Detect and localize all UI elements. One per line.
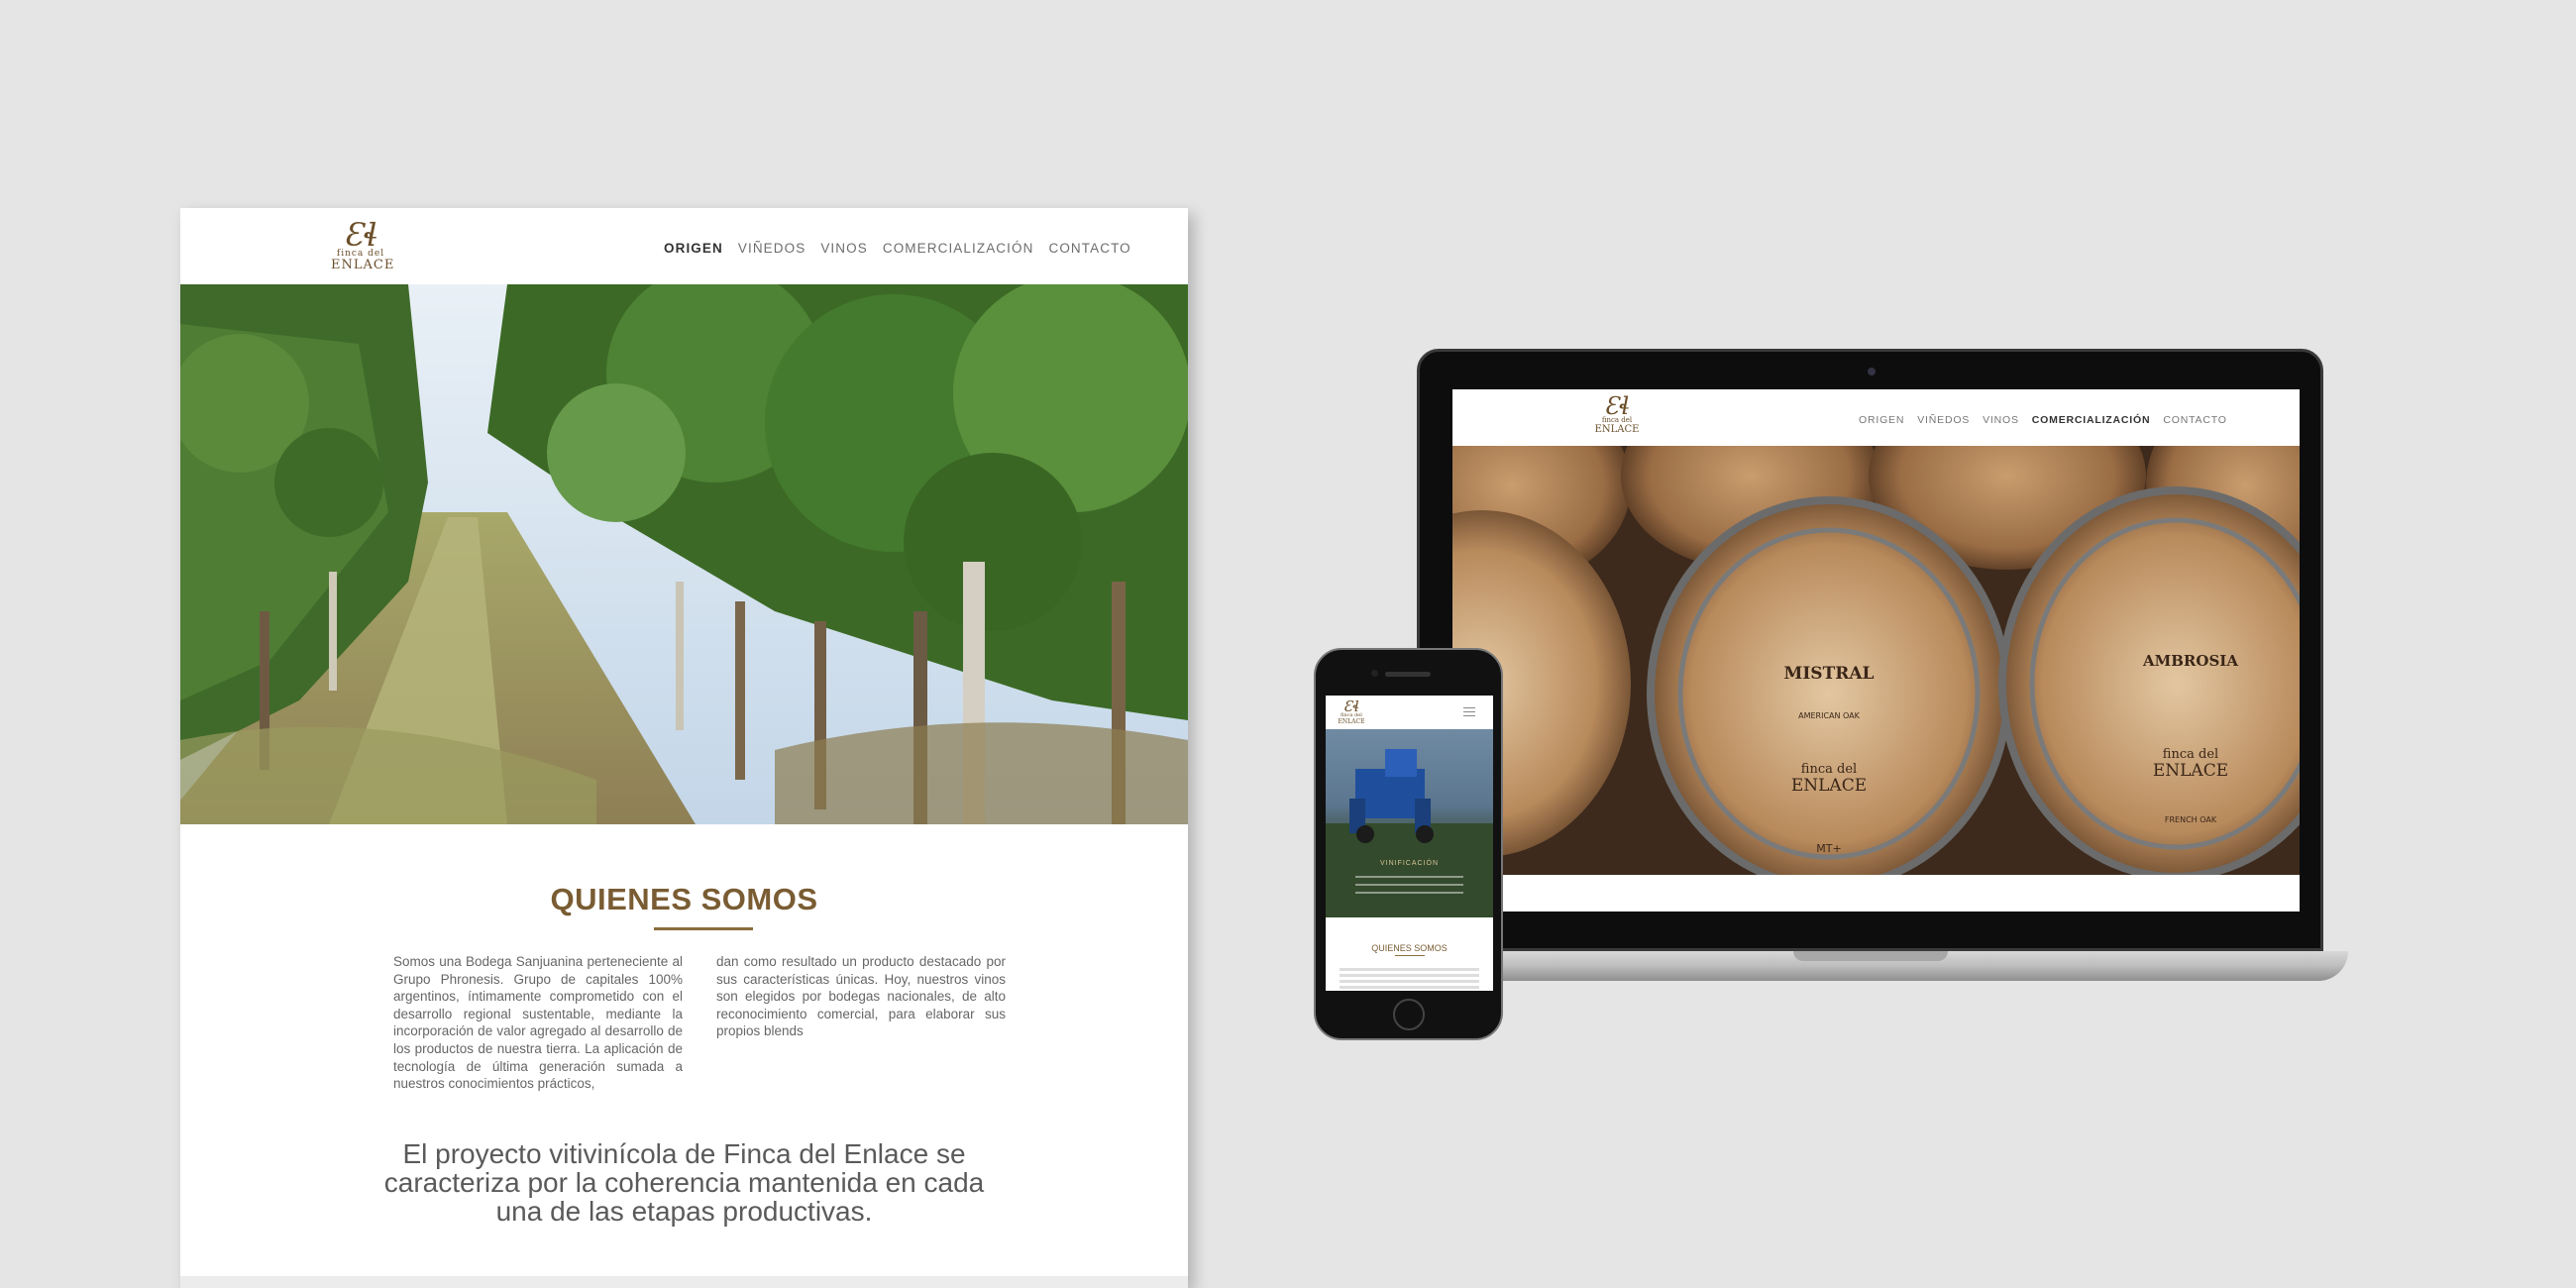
phone-hero-text-line: [1355, 892, 1463, 894]
laptop-lid: Ɛɬ finca del ENLACE ORIGEN VIÑEDOS VINOS…: [1417, 349, 2323, 951]
main-nav: ORIGEN VIÑEDOS VINOS COMERCIALIZACIÓN CO…: [664, 241, 1131, 256]
phone-hero-text-line: [1355, 876, 1463, 878]
barrel-label-enlace: ENLACE: [1791, 776, 1867, 796]
barrel-label-french-oak: FRENCH OAK: [2165, 815, 2217, 824]
laptop-nav-item-comercializacion[interactable]: COMERCIALIZACIÓN: [2032, 414, 2151, 426]
barrel-label-ambrosia: AMBROSIA: [2142, 652, 2238, 670]
nav-item-vinedos[interactable]: VIÑEDOS: [738, 241, 805, 256]
phone-harvester-hero-image: VINIFICACIÓN: [1326, 729, 1493, 917]
laptop-nav-item-vinedos[interactable]: VIÑEDOS: [1917, 414, 1970, 426]
vineyard-hero-image: [180, 284, 1188, 824]
nav-item-vinos[interactable]: VINOS: [820, 241, 868, 256]
phone-site-header: Ɛɬ finca del ENLACE: [1326, 696, 1493, 729]
barrel-label-mt: MT+: [1816, 842, 1841, 855]
section-title: QUIENES SOMOS: [550, 882, 818, 916]
laptop-main-nav: ORIGEN VIÑEDOS VINOS COMERCIALIZACIÓN CO…: [1859, 414, 2227, 426]
barrel-label-enlace-2: ENLACE: [2153, 761, 2228, 781]
barrel-label-finca: finca del: [1801, 762, 1857, 777]
phone-mockup: Ɛɬ finca del ENLACE VINIFICACIÓN QUIENES…: [1314, 648, 1503, 1040]
phone-speaker: [1385, 672, 1431, 677]
phone-hero-text-line: [1355, 884, 1463, 886]
phone-camera-icon: [1371, 670, 1378, 677]
barrel-label-mistral: MISTRAL: [1784, 664, 1875, 684]
laptop-mockup: Ɛɬ finca del ENLACE ORIGEN VIÑEDOS VINOS…: [1407, 349, 2348, 981]
desktop-page-mockup: Ɛɬ finca del ENLACE ORIGEN VIÑEDOS VINOS…: [180, 208, 1188, 1288]
laptop-brand-logo[interactable]: Ɛɬ finca del ENLACE: [1594, 394, 1640, 441]
about-paragraph-left: Somos una Bodega Sanjuanina pertenecient…: [393, 954, 683, 1092]
site-header: Ɛɬ finca del ENLACE ORIGEN VIÑEDOS VINOS…: [180, 208, 1188, 284]
barrels-hero-image: MISTRAL AMERICAN OAK finca del ENLACE MT…: [1452, 446, 2300, 875]
camera-icon: [1868, 368, 1876, 376]
barrel-label-finca-2: finca del: [2163, 747, 2218, 762]
hamburger-menu-icon[interactable]: [1463, 707, 1475, 716]
nav-item-comercializacion[interactable]: COMERCIALIZACIÓN: [883, 241, 1034, 256]
laptop-nav-item-vinos[interactable]: VINOS: [1983, 414, 2019, 426]
phone-paragraph-lines: [1340, 968, 1479, 971]
home-button[interactable]: [1393, 999, 1425, 1030]
laptop-site-header: Ɛɬ finca del ENLACE ORIGEN VIÑEDOS VINOS…: [1452, 389, 2300, 446]
laptop-nav-item-origen[interactable]: ORIGEN: [1859, 414, 1904, 426]
phone-screen: Ɛɬ finca del ENLACE VINIFICACIÓN QUIENES…: [1326, 696, 1493, 991]
highlight-quote: El proyecto vitivinícola de Finca del En…: [383, 1138, 985, 1227]
about-paragraph-right: dan como resultado un producto destacado…: [716, 954, 1006, 1039]
footer-strip: [180, 1276, 1188, 1288]
barrel-label-american-oak: AMERICAN OAK: [1798, 711, 1861, 720]
phone-title-divider: [1395, 955, 1425, 956]
laptop-nav-item-contacto[interactable]: CONTACTO: [2163, 414, 2226, 426]
laptop-screen: Ɛɬ finca del ENLACE ORIGEN VIÑEDOS VINOS…: [1452, 389, 2300, 912]
phone-brand-logo[interactable]: Ɛɬ finca del ENLACE: [1338, 699, 1365, 726]
phone-hero-kicker: VINIFICACIÓN: [1379, 860, 1440, 867]
title-divider: [654, 927, 753, 930]
laptop-notch: [1793, 951, 1948, 961]
nav-item-contacto[interactable]: CONTACTO: [1048, 241, 1130, 256]
brand-logo[interactable]: Ɛɬ finca del ENLACE: [331, 219, 393, 275]
phone-section-title: QUIENES SOMOS: [1371, 943, 1448, 953]
nav-item-origen[interactable]: ORIGEN: [664, 241, 723, 256]
